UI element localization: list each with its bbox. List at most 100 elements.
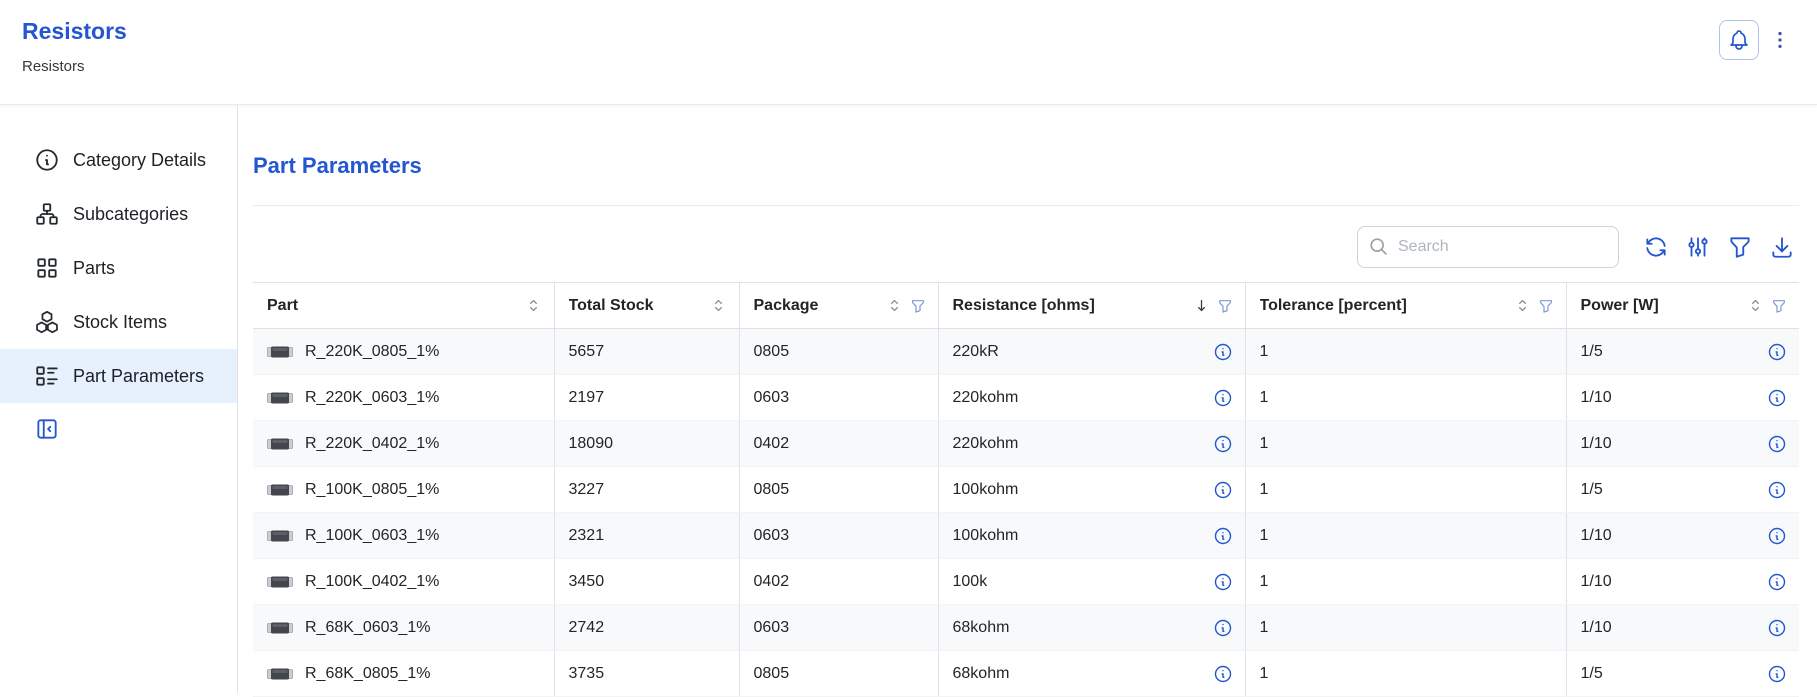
parameter-detail-button[interactable] [1767, 526, 1787, 546]
resistance-cell: 68kohm [938, 651, 1245, 697]
parameter-detail-button[interactable] [1213, 434, 1233, 454]
sidebar-item-label: Part Parameters [73, 366, 204, 387]
package-cell: 0805 [739, 467, 938, 513]
resistor-thumbnail-icon [267, 437, 293, 451]
sidebar-item-label: Parts [73, 258, 115, 279]
tolerance-cell: 1 [1245, 375, 1566, 421]
actions-menu-button[interactable] [1767, 20, 1793, 60]
page-title: Resistors [22, 18, 127, 44]
parameter-detail-button[interactable] [1767, 480, 1787, 500]
sort-button[interactable] [886, 297, 903, 314]
filter-icon [1538, 298, 1554, 314]
sidebar-collapse-icon [34, 416, 60, 442]
tolerance-cell: 1 [1245, 559, 1566, 605]
column-settings-button[interactable] [1681, 229, 1715, 265]
parameter-detail-button[interactable] [1213, 618, 1233, 638]
selector-icon [1514, 297, 1531, 314]
filter-icon [1771, 298, 1787, 314]
info-circle-icon [1213, 572, 1233, 592]
table-row[interactable]: R_68K_0603_1% 2742 0603 68 [253, 605, 1799, 651]
parameter-detail-button[interactable] [1213, 342, 1233, 362]
total-stock-cell: 2742 [554, 605, 739, 651]
column-filter-button[interactable] [1538, 298, 1554, 314]
table-row[interactable]: R_100K_0805_1% 3227 0805 1 [253, 467, 1799, 513]
sidebar-item-label: Category Details [73, 150, 206, 171]
filter-icon [1727, 234, 1753, 260]
sort-button[interactable] [1747, 297, 1764, 314]
part-name: R_68K_0805_1% [305, 665, 430, 683]
table-row[interactable]: R_220K_0603_1% 2197 0603 2 [253, 375, 1799, 421]
info-circle-icon [1213, 664, 1233, 684]
parameter-detail-button[interactable] [1213, 572, 1233, 592]
resistance-cell: 100kohm [938, 513, 1245, 559]
table-filter-button[interactable] [1723, 229, 1757, 265]
parameter-detail-button[interactable] [1767, 664, 1787, 684]
table-row[interactable]: R_220K_0805_1% 5657 0805 2 [253, 329, 1799, 375]
breadcrumb[interactable]: Resistors [22, 58, 85, 75]
search-input[interactable] [1357, 226, 1619, 268]
column-filter-button[interactable] [910, 298, 926, 314]
column-filter-button[interactable] [1771, 298, 1787, 314]
parameter-detail-button[interactable] [1767, 388, 1787, 408]
parameter-detail-button[interactable] [1767, 618, 1787, 638]
sort-button[interactable] [525, 297, 542, 314]
tolerance-cell: 1 [1245, 329, 1566, 375]
page-header: Resistors Resistors [0, 0, 1817, 105]
part-name: R_100K_0402_1% [305, 573, 439, 591]
content-area: Category Details Subcategories Parts [0, 105, 1817, 693]
info-circle-icon [1213, 342, 1233, 362]
arrow-down-icon [1193, 297, 1210, 314]
info-circle-icon [1213, 618, 1233, 638]
parameter-detail-button[interactable] [1767, 434, 1787, 454]
tolerance-cell: 1 [1245, 605, 1566, 651]
parameter-detail-button[interactable] [1213, 388, 1233, 408]
sidebar-item-parts[interactable]: Parts [0, 241, 237, 295]
sidebar-item-label: Stock Items [73, 312, 167, 333]
sitemap-icon [34, 201, 60, 227]
column-filter-button[interactable] [1217, 298, 1233, 314]
parameter-detail-button[interactable] [1767, 342, 1787, 362]
parameter-detail-button[interactable] [1213, 526, 1233, 546]
total-stock-cell: 2321 [554, 513, 739, 559]
info-circle-icon [1767, 526, 1787, 546]
page: Resistors Resistors [0, 0, 1817, 693]
sidebar-item-category-details[interactable]: Category Details [0, 133, 237, 187]
parameter-detail-button[interactable] [1213, 664, 1233, 684]
resistance-cell: 220kR [938, 329, 1245, 375]
total-stock-cell: 3735 [554, 651, 739, 697]
parameter-detail-button[interactable] [1213, 480, 1233, 500]
sort-button[interactable] [710, 297, 727, 314]
packages-icon [34, 309, 60, 335]
total-stock-cell: 3450 [554, 559, 739, 605]
sidebar-item-label: Subcategories [73, 204, 188, 225]
notifications-button[interactable] [1719, 20, 1759, 60]
info-circle-icon [34, 147, 60, 173]
resistance-cell: 100kohm [938, 467, 1245, 513]
sort-button[interactable] [1514, 297, 1531, 314]
download-button[interactable] [1765, 229, 1799, 265]
resistance-cell: 220kohm [938, 421, 1245, 467]
part-cell: R_100K_0402_1% [253, 559, 554, 605]
table-row[interactable]: R_220K_0402_1% 18090 0402 [253, 421, 1799, 467]
table-toolbar [253, 226, 1799, 268]
power-cell: 1/10 [1566, 559, 1799, 605]
sidebar-item-part-parameters[interactable]: Part Parameters [0, 349, 237, 403]
sidebar-collapse-button[interactable] [34, 415, 62, 443]
part-name: R_220K_0402_1% [305, 435, 439, 453]
table-row[interactable]: R_100K_0402_1% 3450 0402 1 [253, 559, 1799, 605]
table-row[interactable]: R_68K_0805_1% 3735 0805 68 [253, 651, 1799, 697]
bell-icon [1727, 28, 1751, 52]
refresh-button[interactable] [1639, 229, 1673, 265]
sidebar-item-subcategories[interactable]: Subcategories [0, 187, 237, 241]
part-cell: R_220K_0402_1% [253, 421, 554, 467]
info-circle-icon [1213, 434, 1233, 454]
power-cell: 1/10 [1566, 421, 1799, 467]
sort-button[interactable] [1193, 297, 1210, 314]
sidebar-item-stock-items[interactable]: Stock Items [0, 295, 237, 349]
part-cell: R_68K_0603_1% [253, 605, 554, 651]
parameter-detail-button[interactable] [1767, 572, 1787, 592]
total-stock-cell: 5657 [554, 329, 739, 375]
grid-icon [34, 255, 60, 281]
info-circle-icon [1767, 480, 1787, 500]
table-row[interactable]: R_100K_0603_1% 2321 0603 1 [253, 513, 1799, 559]
